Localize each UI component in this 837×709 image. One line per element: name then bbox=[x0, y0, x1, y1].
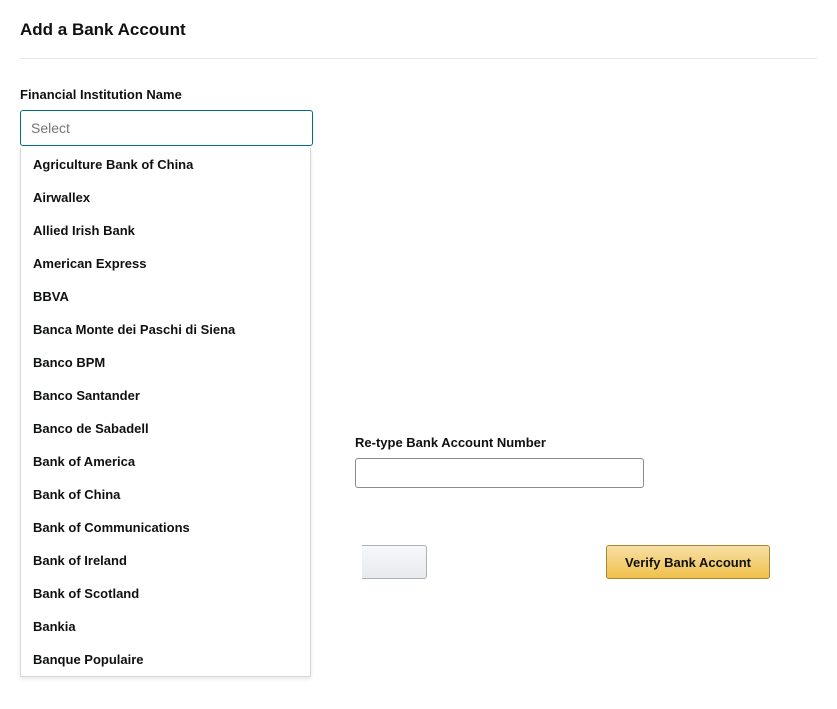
dropdown-item[interactable]: Bank of Communications bbox=[21, 511, 310, 544]
dropdown-item[interactable]: American Express bbox=[21, 247, 310, 280]
secondary-button-partial[interactable] bbox=[362, 545, 427, 579]
page-title: Add a Bank Account bbox=[20, 20, 817, 40]
dropdown-item[interactable]: Bankia bbox=[21, 610, 310, 643]
dropdown-item[interactable]: BBVA bbox=[21, 280, 310, 313]
divider bbox=[20, 58, 817, 59]
dropdown-item[interactable]: Banque Populaire bbox=[21, 643, 310, 676]
dropdown-item[interactable]: Bank of Ireland bbox=[21, 544, 310, 577]
retype-account-group: Re-type Bank Account Number bbox=[355, 435, 644, 488]
dropdown-item[interactable]: Banco de Sabadell bbox=[21, 412, 310, 445]
dropdown-item[interactable]: Bank of America bbox=[21, 445, 310, 478]
financial-institution-label: Financial Institution Name bbox=[20, 87, 817, 102]
dropdown-item[interactable]: Bank of China bbox=[21, 478, 310, 511]
dropdown-item[interactable]: Bank of Scotland bbox=[21, 577, 310, 610]
dropdown-item[interactable]: Agriculture Bank of China bbox=[21, 148, 310, 181]
dropdown-item[interactable]: Banco BPM bbox=[21, 346, 310, 379]
dropdown-item[interactable]: Banco Santander bbox=[21, 379, 310, 412]
dropdown-item[interactable]: Allied Irish Bank bbox=[21, 214, 310, 247]
verify-bank-account-button[interactable]: Verify Bank Account bbox=[606, 545, 770, 579]
financial-institution-select[interactable]: Agriculture Bank of China Airwallex Alli… bbox=[20, 110, 313, 146]
retype-account-input[interactable] bbox=[355, 458, 644, 488]
select-input[interactable] bbox=[20, 110, 313, 146]
dropdown-item[interactable]: Airwallex bbox=[21, 181, 310, 214]
dropdown-item[interactable]: Banca Monte dei Paschi di Siena bbox=[21, 313, 310, 346]
retype-account-label: Re-type Bank Account Number bbox=[355, 435, 644, 450]
dropdown-list: Agriculture Bank of China Airwallex Alli… bbox=[20, 148, 311, 677]
